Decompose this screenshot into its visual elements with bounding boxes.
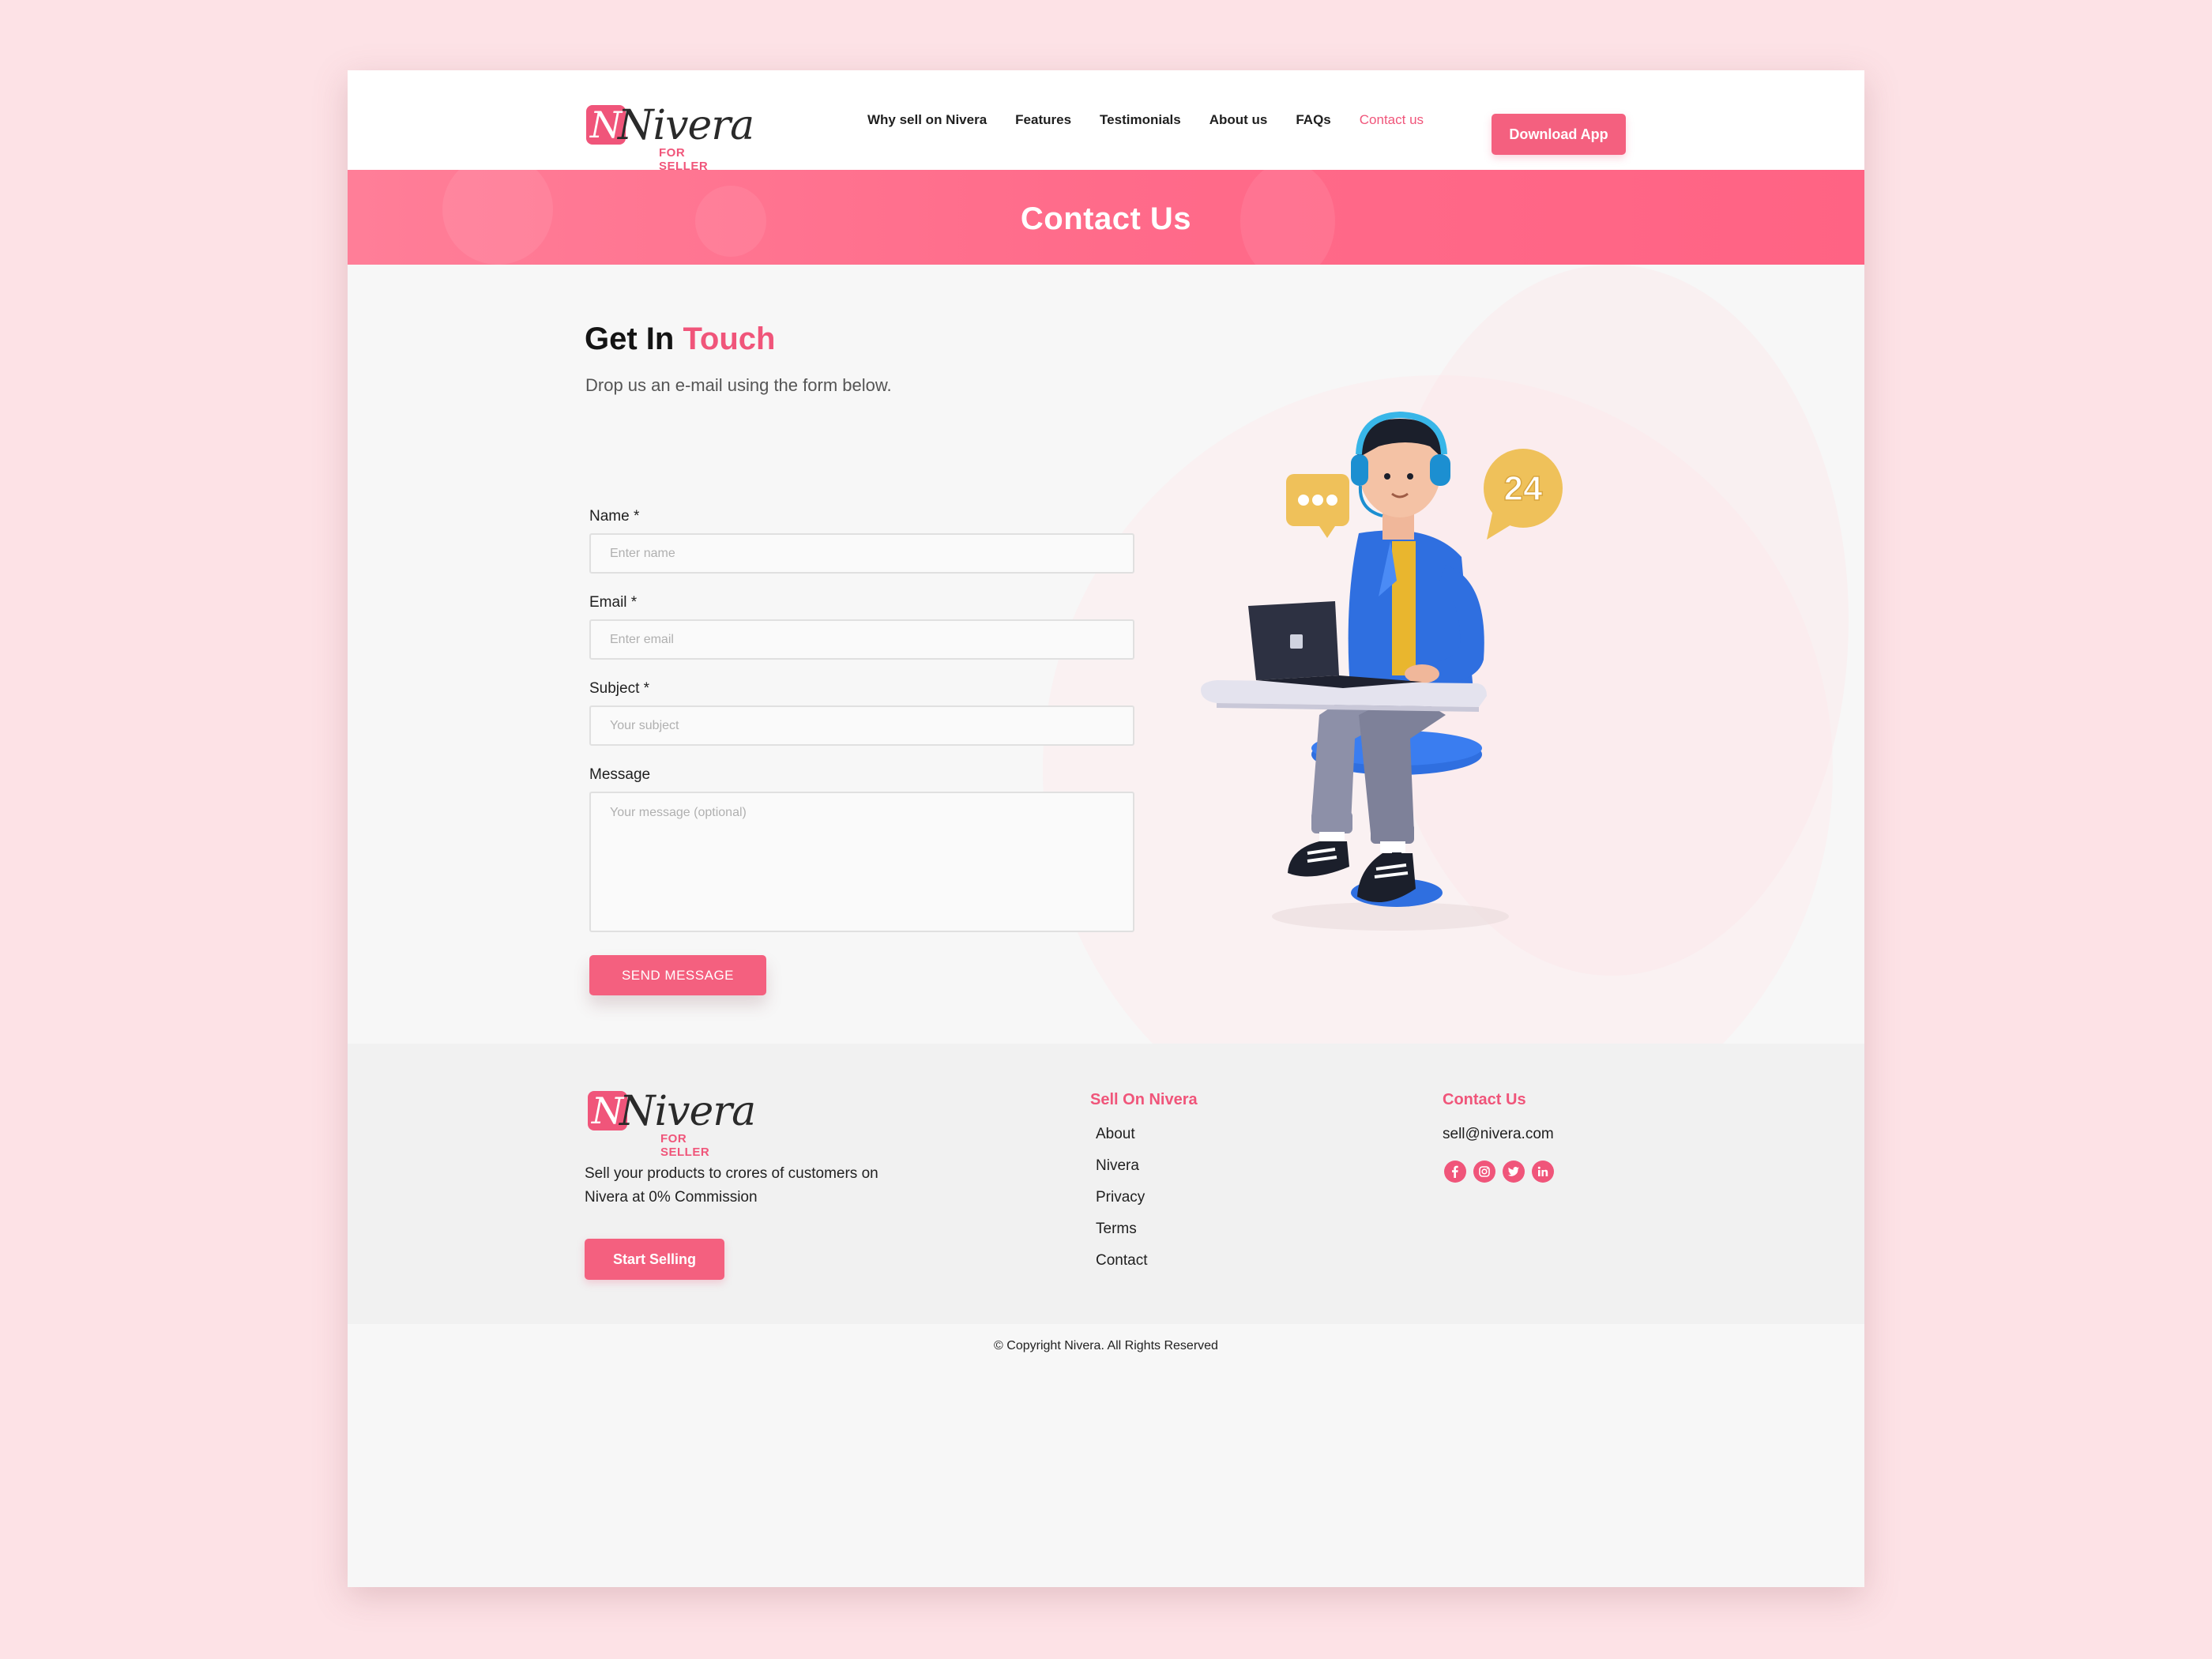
brand-logo[interactable]: N Nivera FOR SELLER [586, 102, 754, 173]
footer-logo[interactable]: N Nivera FOR SELLER [588, 1088, 756, 1159]
page-banner: Contact Us [348, 170, 1864, 265]
twitter-icon[interactable] [1503, 1161, 1525, 1183]
nav-contact-us[interactable]: Contact us [1360, 112, 1424, 128]
footer-link-nivera[interactable]: Nivera [1096, 1157, 1139, 1175]
message-textarea[interactable] [589, 792, 1134, 932]
chat-bubble-icon [1286, 474, 1349, 538]
instagram-icon[interactable] [1473, 1161, 1495, 1183]
page-frame: N Nivera FOR SELLER Why sell on Nivera F… [348, 70, 1864, 1587]
logo-wordmark: Nivera [619, 1088, 756, 1135]
send-message-button[interactable]: SEND MESSAGE [589, 955, 766, 995]
name-label: Name * [589, 508, 640, 525]
footer-link-privacy[interactable]: Privacy [1096, 1189, 1145, 1206]
linkedin-icon[interactable] [1532, 1161, 1554, 1183]
nav-about-us[interactable]: About us [1209, 112, 1268, 128]
footer-link-contact[interactable]: Contact [1096, 1252, 1147, 1270]
email-input[interactable] [589, 619, 1134, 660]
footer-link-about[interactable]: About [1096, 1126, 1135, 1143]
svg-text:24: 24 [1504, 469, 1543, 508]
nav-faqs[interactable]: FAQs [1296, 112, 1330, 128]
facebook-icon[interactable] [1444, 1161, 1466, 1183]
nav-testimonials[interactable]: Testimonials [1100, 112, 1181, 128]
site-header: N Nivera FOR SELLER Why sell on Nivera F… [348, 70, 1864, 173]
footer-link-terms[interactable]: Terms [1096, 1221, 1137, 1238]
start-selling-button[interactable]: Start Selling [585, 1239, 724, 1280]
name-input[interactable] [589, 533, 1134, 574]
24-hours-badge-icon: 24 [1484, 449, 1563, 540]
nav-why-sell[interactable]: Why sell on Nivera [867, 112, 987, 128]
footer-tagline: Sell your products to crores of customer… [585, 1165, 878, 1206]
logo-subtitle: FOR SELLER [659, 146, 709, 173]
section-heading: Get In Touch [585, 322, 775, 357]
download-app-button[interactable]: Download App [1492, 114, 1626, 155]
contact-section: Get In Touch Drop us an e-mail using the… [348, 265, 1864, 1047]
main-nav: Why sell on Nivera Features Testimonials… [867, 70, 1452, 170]
email-label: Email * [589, 594, 638, 611]
heading-accent: Touch [683, 322, 776, 356]
contact-email[interactable]: sell@nivera.com [1443, 1126, 1554, 1143]
nav-features[interactable]: Features [1015, 112, 1071, 128]
subject-input[interactable] [589, 705, 1134, 746]
page-title: Contact Us [1020, 201, 1192, 236]
logo-subtitle: FOR SELLER [660, 1132, 710, 1159]
message-label: Message [589, 766, 651, 783]
section-intro: Drop us an e-mail using the form below. [585, 375, 892, 395]
subject-label: Subject * [589, 680, 650, 697]
contact-us-heading: Contact Us [1443, 1091, 1526, 1108]
site-footer: N Nivera FOR SELLER Sell your products t… [348, 1044, 1864, 1324]
heading-plain: Get In [585, 322, 675, 356]
logo-wordmark: Nivera [618, 102, 754, 149]
support-agent-illustration: 24 [1201, 411, 1563, 931]
copyright-text: © Copyright Nivera. All Rights Reserved [994, 1339, 1218, 1352]
sell-on-nivera-heading: Sell On Nivera [1090, 1091, 1198, 1108]
